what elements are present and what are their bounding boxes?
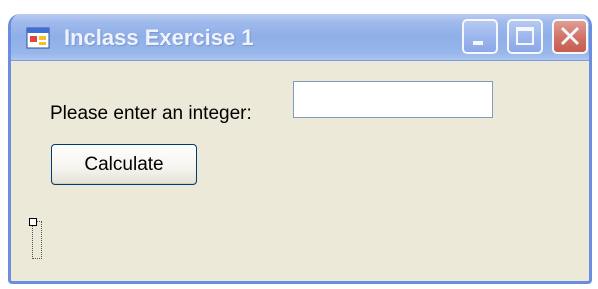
close-button[interactable]	[552, 19, 588, 54]
result-label	[29, 218, 42, 259]
close-icon	[560, 26, 580, 46]
maximize-icon	[516, 27, 534, 45]
selection-handle[interactable]	[29, 218, 37, 226]
minimize-button[interactable]	[462, 19, 498, 54]
integer-prompt-label: Please enter an integer:	[50, 103, 252, 124]
window-title: Inclass Exercise 1	[64, 25, 254, 50]
minimize-icon	[473, 41, 483, 45]
maximize-button[interactable]	[507, 19, 543, 54]
form-icon	[26, 27, 50, 49]
calculate-button[interactable]: Calculate	[51, 144, 197, 185]
integer-input[interactable]	[293, 81, 493, 118]
title-bar[interactable]: Inclass Exercise 1	[11, 14, 589, 61]
app-window: Inclass Exercise 1 Please enter an integ…	[8, 14, 592, 284]
